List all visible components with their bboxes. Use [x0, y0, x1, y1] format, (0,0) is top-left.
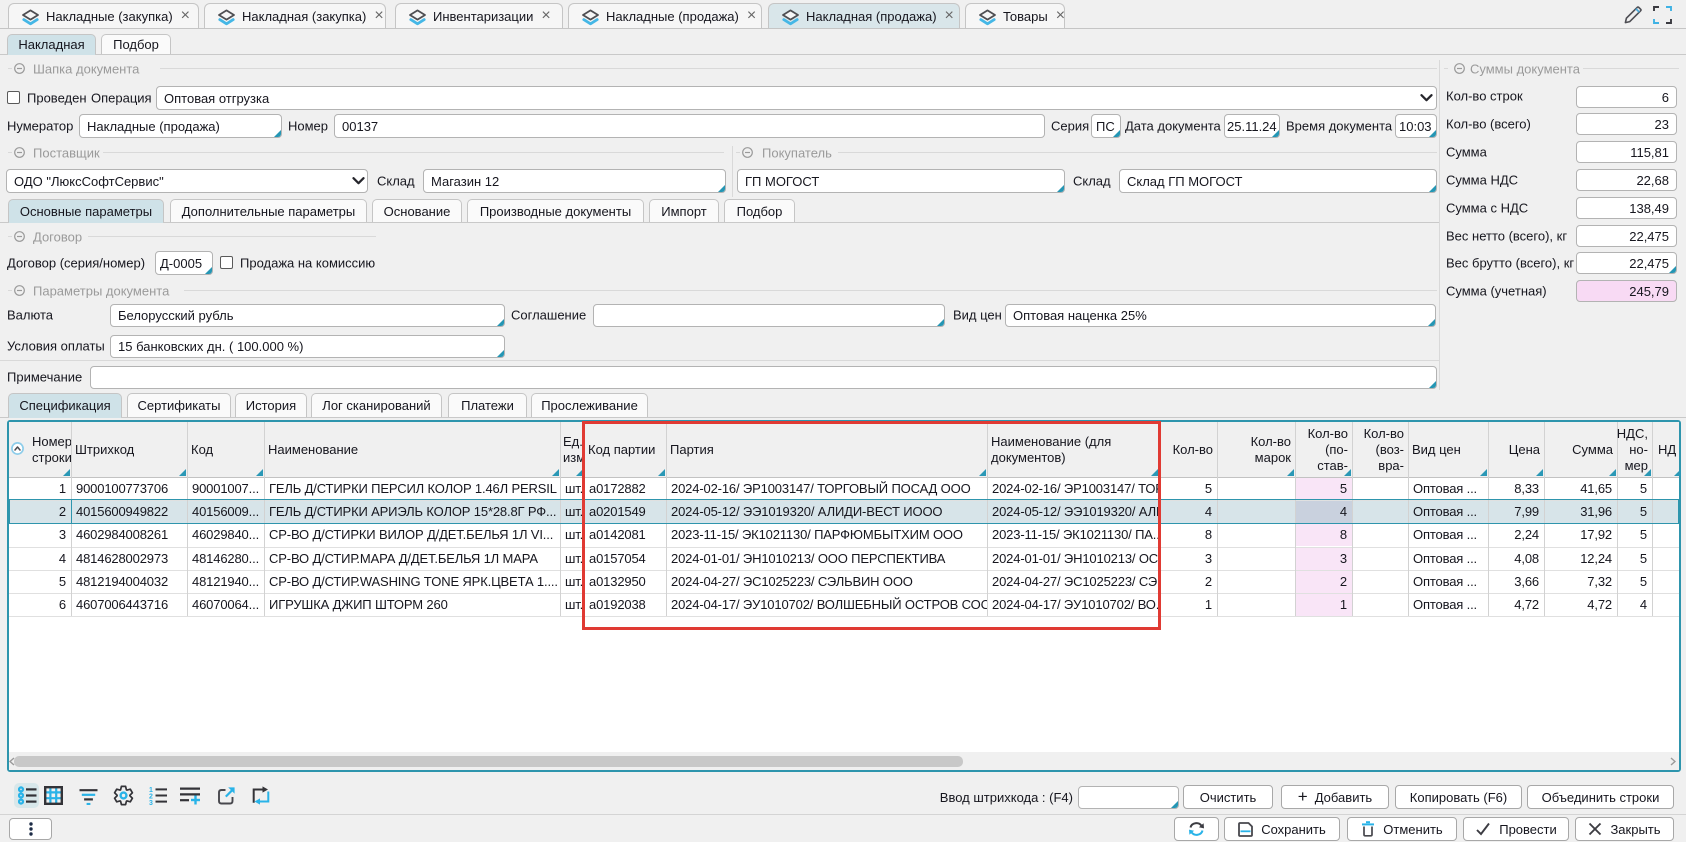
svg-text:3: 3 — [149, 800, 153, 805]
